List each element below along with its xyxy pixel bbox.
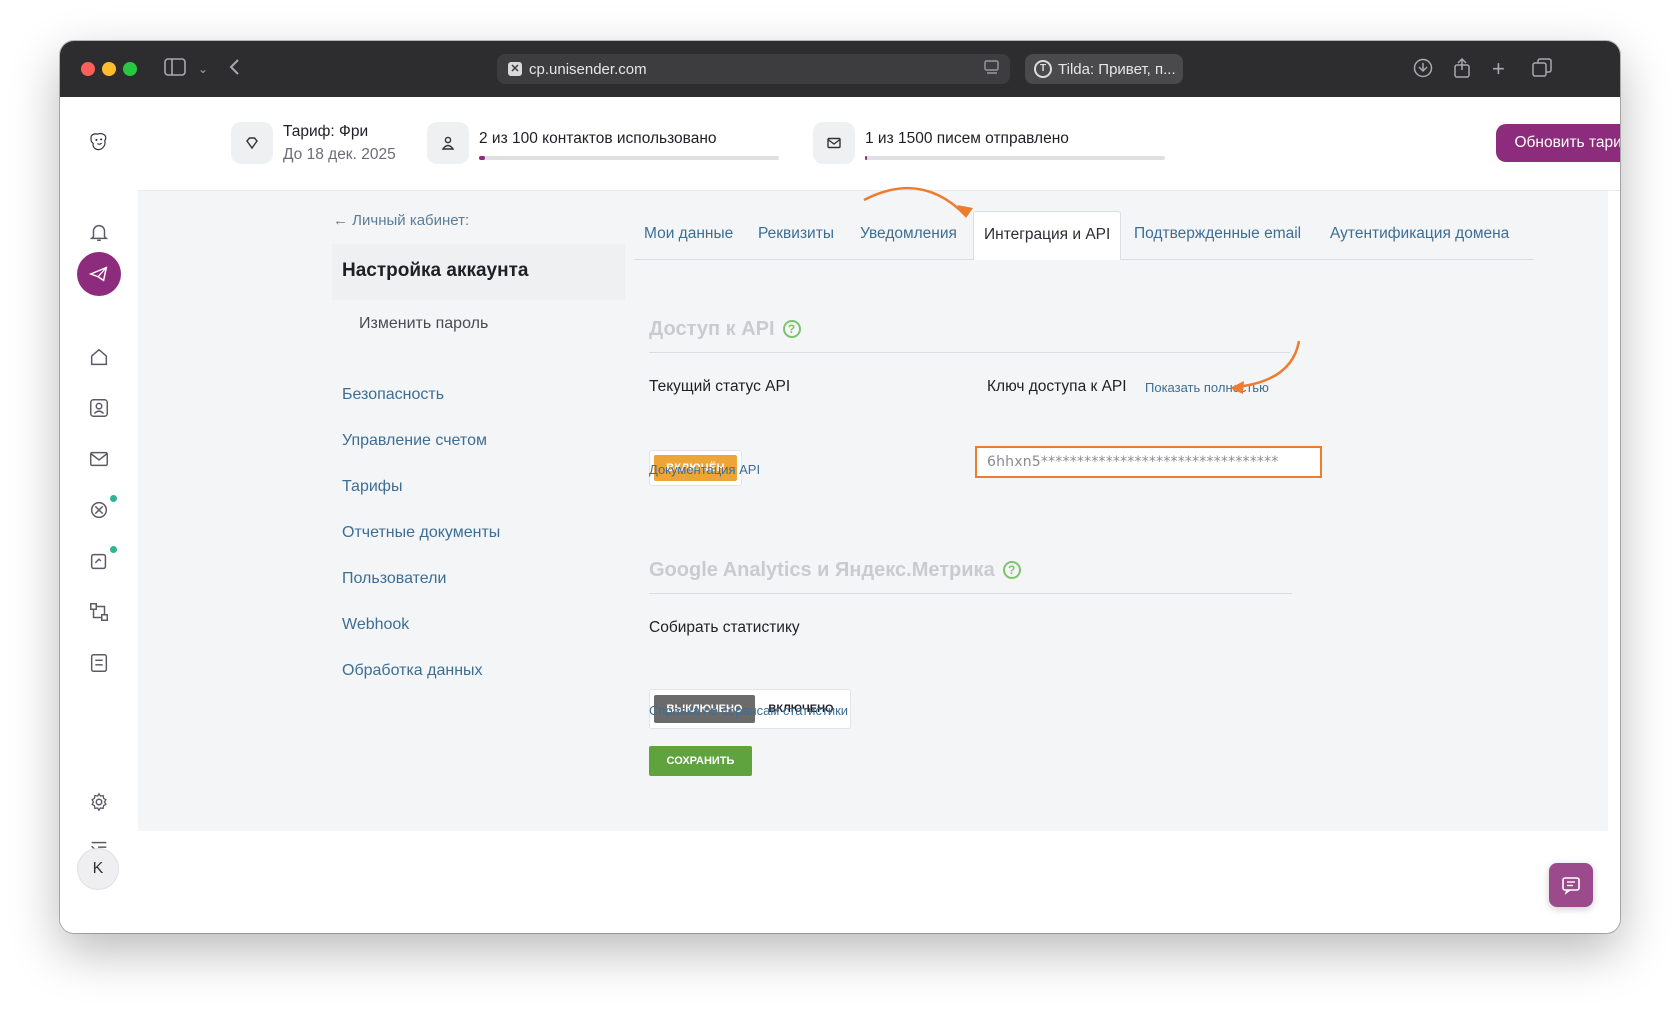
api-section-title-text: Доступ к API <box>649 318 775 340</box>
tab-overview-icon[interactable] <box>1532 58 1552 83</box>
home-icon[interactable] <box>84 342 114 372</box>
mail-icon <box>813 122 855 164</box>
tab-requisites[interactable]: Реквизиты <box>758 225 834 243</box>
envelope-icon[interactable] <box>84 444 114 474</box>
back-arrow-icon[interactable] <box>228 58 240 81</box>
address-url: cp.unisender.com <box>529 61 647 78</box>
chevron-down-icon[interactable]: ⌄ <box>198 58 208 80</box>
sidebar-toggle-icon[interactable] <box>164 58 186 81</box>
api-key-field[interactable]: 6hhxn5********************************* <box>975 446 1322 478</box>
tab-integration-api-label: Интеграция и API <box>984 226 1111 243</box>
api-status-label: Текущий статус API <box>649 378 791 395</box>
tab-confirmed-email[interactable]: Подтвержденные email <box>1134 225 1301 243</box>
contacts-progress-bar <box>479 156 779 160</box>
automation-status-dot <box>110 495 117 502</box>
contacts-progress-fill <box>479 156 485 160</box>
upgrade-plan-button[interactable]: Обновить тариф <box>1496 124 1620 162</box>
new-tab-icon[interactable]: + <box>1492 58 1505 80</box>
show-full-key-link[interactable]: Показать полностью <box>1145 380 1269 395</box>
settings-title: Настройка аккаунта <box>342 260 529 281</box>
minimize-window-button[interactable] <box>102 62 116 76</box>
settings-menu-users[interactable]: Пользователи <box>342 570 446 588</box>
site-favicon-icon: ✕ <box>508 62 522 76</box>
share-icon[interactable] <box>1453 57 1471 83</box>
analytics-section-title: Google Analytics и Яндекс.Метрика? <box>649 559 1021 582</box>
browser-tab-tilda[interactable]: T Tilda: Привет, п... <box>1025 54 1183 84</box>
user-avatar[interactable]: K <box>77 848 119 890</box>
save-button[interactable]: СОХРАНИТЬ <box>649 746 752 776</box>
api-section-title: Доступ к API? <box>649 318 801 341</box>
settings-title-box: Настройка аккаунта <box>332 244 625 300</box>
settings-menu-tariffs[interactable]: Тарифы <box>342 478 402 496</box>
download-icon[interactable] <box>1413 58 1433 83</box>
person-icon <box>427 122 469 164</box>
tilda-favicon-icon: T <box>1034 60 1052 78</box>
reader-mode-icon[interactable] <box>984 60 1000 78</box>
analytics-section-title-text: Google Analytics и Яндекс.Метрика <box>649 559 995 581</box>
contacts-usage-text: 2 из 100 контактов использовано <box>479 130 717 147</box>
analytics-section-divider <box>649 593 1292 594</box>
help-icon[interactable]: ? <box>1002 561 1021 579</box>
diamond-icon <box>231 122 273 164</box>
browser-window: ⌄ ✕ cp.unisender.com T Tilda: Привет, п.… <box>60 41 1620 933</box>
mail-send-icon <box>88 266 108 282</box>
close-window-button[interactable] <box>81 62 95 76</box>
stats-help-link[interactable]: Справка по сервисам статистики <box>649 703 848 718</box>
settings-menu-documents[interactable]: Отчетные документы <box>342 524 500 542</box>
settings-menu-billing[interactable]: Управление счетом <box>342 432 487 450</box>
api-docs-link[interactable]: Документация API <box>649 462 760 477</box>
browser-tab-label: Tilda: Привет, п... <box>1058 61 1176 78</box>
tab-domain-auth[interactable]: Аутентификация домена <box>1330 225 1509 243</box>
tab-notifications[interactable]: Уведомления <box>860 225 957 243</box>
back-to-cabinet-link[interactable]: ← Личный кабинет: <box>333 212 469 229</box>
app-area: K Тариф: Фри До 18 дек. 2025 2 из 100 ко… <box>60 97 1620 933</box>
campaigns-nav-button[interactable] <box>77 252 121 296</box>
api-key-value: 6hhxn5********************************* <box>987 454 1279 470</box>
help-icon[interactable]: ? <box>782 320 801 338</box>
bell-icon[interactable] <box>84 217 114 247</box>
reports-icon[interactable] <box>84 648 114 678</box>
chat-icon <box>1562 877 1580 895</box>
forms-status-dot <box>110 546 117 553</box>
contacts-icon[interactable] <box>84 393 114 423</box>
browser-titlebar: ⌄ ✕ cp.unisender.com T Tilda: Привет, п.… <box>60 41 1620 97</box>
emails-progress-fill <box>865 156 867 160</box>
settings-menu-data-processing[interactable]: Обработка данных <box>342 662 483 680</box>
integrations-icon[interactable] <box>84 597 114 627</box>
left-nav: K <box>60 97 138 933</box>
tab-my-data[interactable]: Мои данные <box>644 225 733 243</box>
zoom-window-button[interactable] <box>123 62 137 76</box>
collect-stats-label: Собирать статистику <box>649 619 800 636</box>
plan-title: Тариф: Фри <box>283 123 369 140</box>
address-bar[interactable]: ✕ cp.unisender.com <box>497 54 1010 84</box>
unisender-logo-icon[interactable] <box>75 119 121 165</box>
chat-support-button[interactable] <box>1549 863 1593 907</box>
emails-progress-bar <box>865 156 1165 160</box>
settings-gear-icon[interactable] <box>84 787 114 817</box>
settings-menu-webhook[interactable]: Webhook <box>342 616 409 634</box>
api-section-divider <box>649 352 1290 353</box>
plan-until: До 18 дек. 2025 <box>283 146 396 163</box>
tab-integration-api[interactable]: Интеграция и API <box>973 211 1121 260</box>
api-key-label: Ключ доступа к API <box>987 378 1127 395</box>
plan-topbar: Тариф: Фри До 18 дек. 2025 2 из 100 конт… <box>138 97 1620 191</box>
settings-menu-security[interactable]: Безопасность <box>342 386 444 404</box>
emails-usage-text: 1 из 1500 писем отправлено <box>865 130 1069 147</box>
change-password-link[interactable]: Изменить пароль <box>359 315 488 333</box>
